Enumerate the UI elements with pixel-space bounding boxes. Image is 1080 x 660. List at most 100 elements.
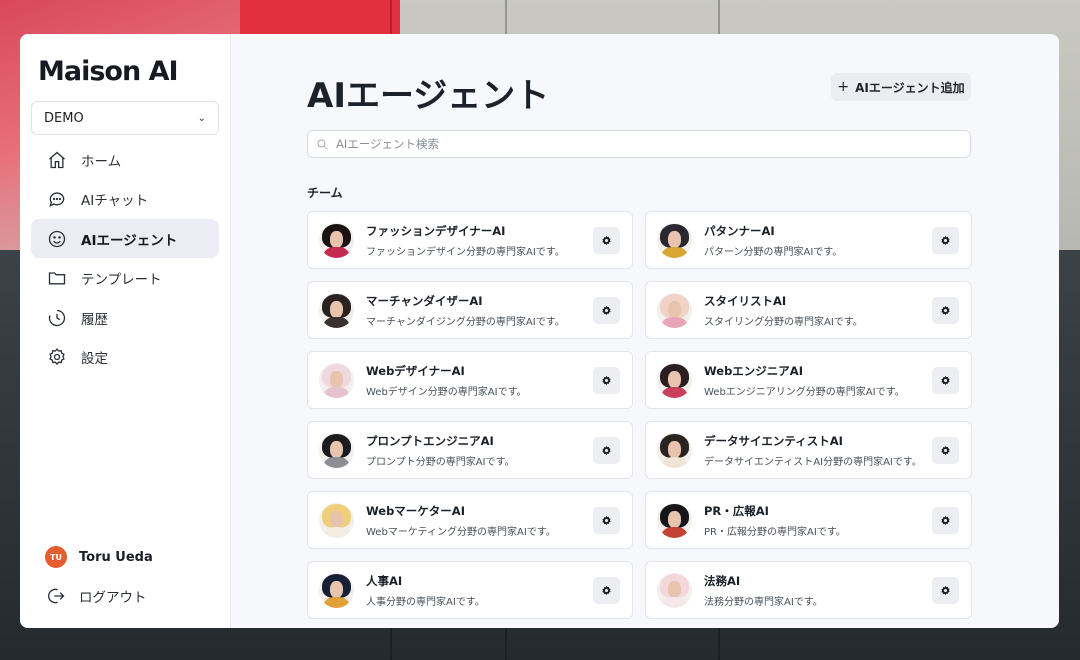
agent-card[interactable]: プロンプトエンジニアAI プロンプト分野の専門家AIです。 (307, 421, 633, 479)
sidebar-item-label: AIエージェント (81, 232, 178, 249)
agent-card[interactable]: ファッションデザイナーAI ファッションデザイン分野の専門家AIです。 (307, 211, 633, 269)
agent-settings-button[interactable] (932, 436, 959, 464)
gear-icon (602, 235, 611, 245)
agent-description: 法務分野の専門家AIです。 (704, 596, 823, 608)
page-title: AIエージェント (307, 76, 550, 116)
agent-settings-button[interactable] (932, 506, 959, 534)
agent-grid: ファッションデザイナーAI ファッションデザイン分野の専門家AIです。 パタンナーA… (307, 211, 972, 619)
sidebar-item-label: AIチャット (81, 193, 149, 209)
gear-icon (941, 445, 950, 455)
agent-avatar (319, 572, 354, 608)
sidebar-item-templates[interactable]: テンプレート (31, 259, 219, 298)
sidebar-item-agents[interactable]: AIエージェント (31, 219, 219, 258)
agent-description: Webマーケティング分野の専門家AIです。 (366, 526, 556, 538)
agent-name: 法務AI (704, 573, 741, 588)
agent-name: スタイリストAI (704, 293, 787, 308)
agent-avatar (319, 222, 354, 258)
agent-description: マーチャンダイジング分野の専門家AIです。 (366, 316, 565, 328)
gear-icon (602, 515, 611, 525)
agent-avatar (657, 502, 692, 538)
sidebar-item-settings[interactable]: 設定 (31, 338, 219, 377)
agent-card[interactable]: 人事AI 人事分野の専門家AIです。 (307, 561, 633, 619)
agent-card[interactable]: マーチャンダイザーAI マーチャンダイジング分野の専門家AIです。 (307, 281, 633, 339)
agent-avatar (657, 432, 692, 468)
search-bar (307, 130, 971, 158)
agent-card[interactable]: WebデザイナーAI Webデザイン分野の専門家AIです。 (307, 351, 633, 409)
agent-name: WebデザイナーAI (366, 363, 465, 378)
agent-settings-button[interactable] (593, 366, 620, 394)
agent-name: PR・広報AI (704, 503, 769, 518)
user-profile[interactable]: TU Toru Ueda (45, 546, 153, 568)
agent-description: スタイリング分野の専門家AIです。 (704, 316, 863, 328)
agent-description: Webエンジニアリング分野の専門家AIです。 (704, 386, 905, 398)
sidebar-item-history[interactable]: 履歴 (31, 298, 219, 337)
agent-settings-button[interactable] (932, 296, 959, 324)
agent-name: WebマーケターAI (366, 503, 465, 518)
agent-name: パタンナーAI (704, 223, 775, 238)
agent-avatar (657, 222, 692, 258)
smile-icon (47, 229, 67, 249)
agent-description: パターン分野の専門家AIです。 (704, 246, 843, 258)
gear-icon (602, 585, 611, 595)
org-select-value: DEMO (44, 110, 84, 126)
logout-label: ログアウト (79, 590, 147, 606)
agent-card[interactable]: PR・広報AI PR・広報分野の専門家AIです。 (645, 491, 972, 549)
agent-settings-button[interactable] (593, 506, 620, 534)
agent-description: プロンプト分野の専門家AIです。 (366, 456, 515, 468)
agent-avatar (657, 292, 692, 328)
agent-avatar (657, 572, 692, 608)
sidebar-item-label: ホーム (81, 153, 122, 170)
chat-icon (47, 189, 67, 209)
search-icon (317, 138, 328, 150)
agent-avatar (657, 362, 692, 398)
sidebar-nav: ホーム AIチャット AIエージェント テンプレート 履歴 設定 (31, 140, 219, 377)
gear-icon (941, 235, 950, 245)
agent-card[interactable]: パタンナーAI パターン分野の専門家AIです。 (645, 211, 972, 269)
sidebar-item-chat[interactable]: AIチャット (31, 180, 219, 219)
logout-icon (48, 588, 65, 604)
plus-icon: + (837, 79, 850, 95)
agent-settings-button[interactable] (593, 226, 620, 254)
gear-icon (941, 515, 950, 525)
sidebar-item-label: 設定 (81, 351, 108, 367)
section-title: チーム (307, 186, 343, 200)
sidebar-item-label: テンプレート (81, 272, 162, 288)
add-agent-button[interactable]: + AIエージェント追加 (831, 73, 971, 101)
add-agent-label: AIエージェント追加 (855, 80, 965, 95)
agent-settings-button[interactable] (932, 226, 959, 254)
agent-description: PR・広報分野の専門家AIです。 (704, 526, 846, 538)
home-icon (47, 150, 67, 170)
agent-name: マーチャンダイザーAI (366, 293, 483, 308)
agent-card[interactable]: データサイエンティストAI データサイエンティストAI分野の専門家AIです。 (645, 421, 972, 479)
agent-name: ファッションデザイナーAI (366, 223, 506, 238)
agent-avatar (319, 432, 354, 468)
agent-name: 人事AI (366, 573, 403, 588)
agent-settings-button[interactable] (593, 576, 620, 604)
agent-description: Webデザイン分野の専門家AIです。 (366, 386, 527, 398)
agent-description: データサイエンティストAI分野の専門家AIです。 (704, 456, 922, 468)
app-window: Maison AI DEMO ⌄ ホーム AIチャット AIエージェント テンプ… (20, 34, 1059, 628)
avatar: TU (45, 546, 67, 568)
agent-settings-button[interactable] (593, 436, 620, 464)
agent-avatar (319, 362, 354, 398)
agent-card[interactable]: 法務AI 法務分野の専門家AIです。 (645, 561, 972, 619)
agent-card[interactable]: WebマーケターAI Webマーケティング分野の専門家AIです。 (307, 491, 633, 549)
agent-settings-button[interactable] (932, 576, 959, 604)
user-name: Toru Ueda (79, 549, 153, 565)
agent-card[interactable]: スタイリストAI スタイリング分野の専門家AIです。 (645, 281, 972, 339)
agent-card[interactable]: WebエンジニアAI Webエンジニアリング分野の専門家AIです。 (645, 351, 972, 409)
folder-icon (47, 268, 67, 288)
history-icon (47, 308, 67, 328)
agent-settings-button[interactable] (593, 296, 620, 324)
app-logo: Maison AI (38, 56, 179, 87)
gear-icon (941, 585, 950, 595)
gear-icon (47, 347, 67, 367)
org-select[interactable]: DEMO ⌄ (31, 101, 219, 135)
sidebar-item-home[interactable]: ホーム (31, 140, 219, 179)
chevron-down-icon: ⌄ (197, 112, 206, 124)
agent-avatar (319, 292, 354, 328)
agent-settings-button[interactable] (932, 366, 959, 394)
logout-button[interactable]: ログアウト (46, 586, 147, 606)
search-input[interactable] (336, 137, 936, 151)
gear-icon (602, 445, 611, 455)
